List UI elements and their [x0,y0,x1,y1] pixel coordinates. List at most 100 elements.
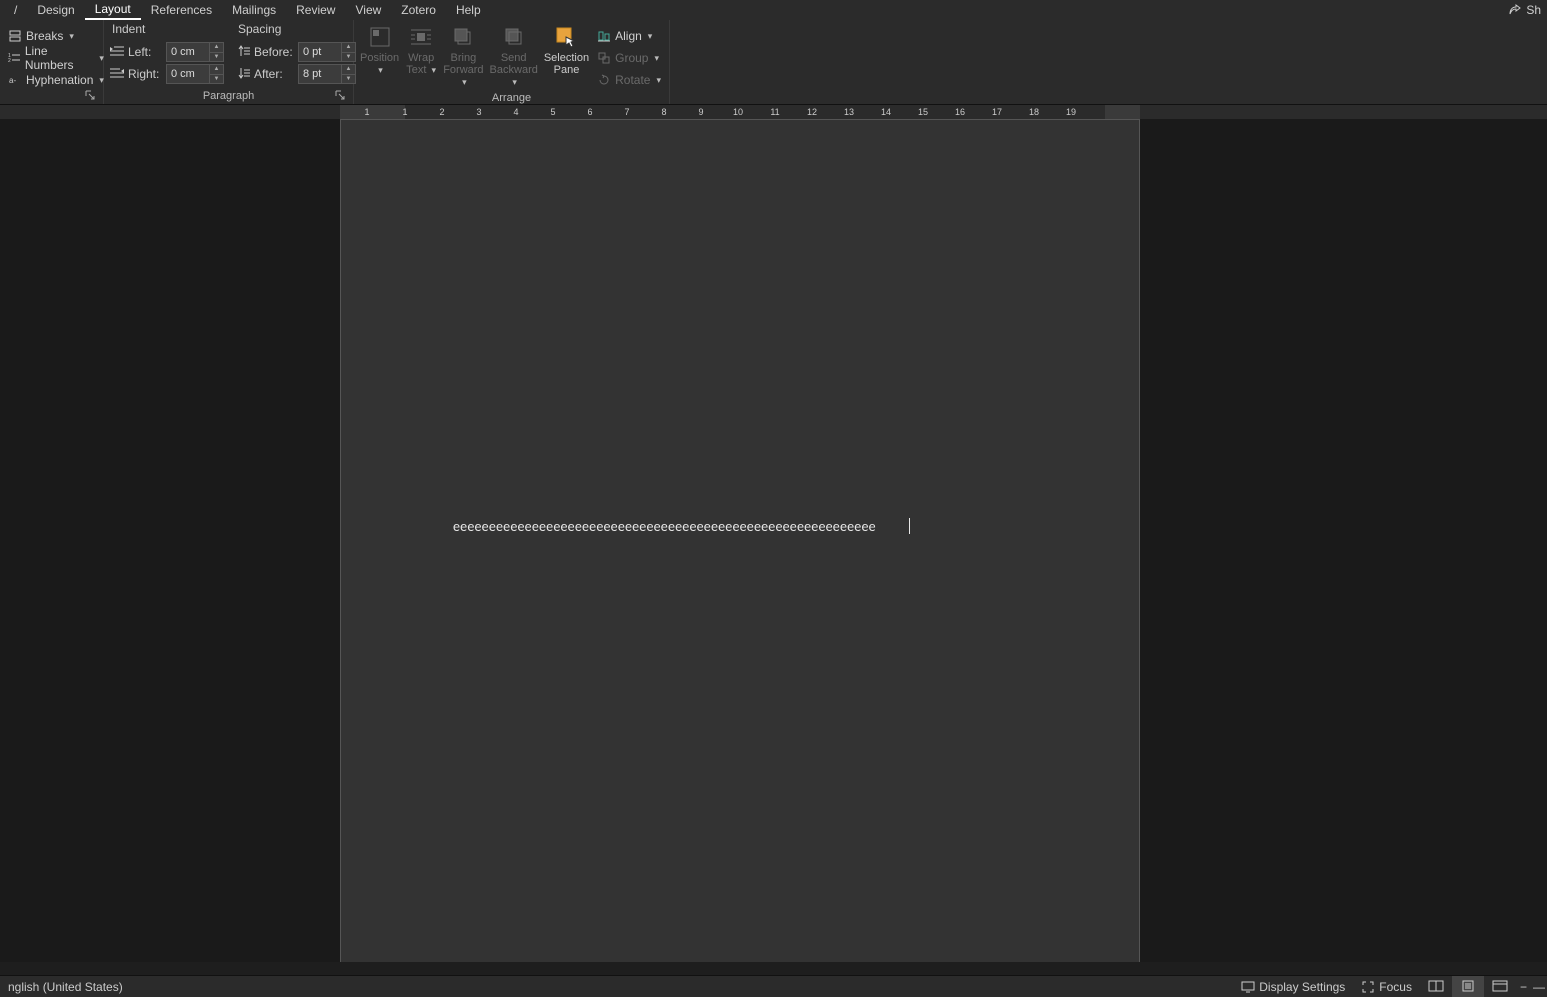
line-numbers-button[interactable]: 12 Line Numbers ▾ [6,48,106,68]
indent-left-input[interactable] [167,46,207,58]
ruler-tick: 6 [587,107,592,117]
share-button[interactable]: Sh [1502,1,1547,19]
ruler-tick: 9 [698,107,703,117]
spacing-after-up[interactable]: ▲ [341,65,355,75]
tab-design[interactable]: Design [27,1,84,19]
read-mode-view[interactable] [1420,976,1452,997]
chevron-down-icon: ▾ [654,53,659,64]
focus-button[interactable]: Focus [1353,976,1420,997]
rotate-icon [597,73,611,87]
print-layout-icon [1460,980,1476,994]
ribbon: Breaks ▾ 12 Line Numbers ▾ a- Hyphenatio… [0,20,1547,105]
selection-pane-label2: Pane [554,64,580,76]
paragraph-dialog-launcher[interactable] [333,88,347,102]
spacing-after-input[interactable] [299,68,339,80]
ruler-tick: 5 [550,107,555,117]
indent-left-icon [110,45,124,59]
arrange-footer: Arrange [492,92,531,104]
ruler-tick: 18 [1029,107,1039,117]
spacing-before-down[interactable]: ▼ [341,53,355,62]
spacing-after-down[interactable]: ▼ [341,75,355,84]
indent-left-down[interactable]: ▼ [209,53,223,62]
align-button[interactable]: Align ▾ [595,26,663,46]
group-label: Group [615,51,648,65]
ruler-tick: 3 [476,107,481,117]
send-backward-label1: Send [501,52,527,64]
selection-pane-label1: Selection [544,52,589,64]
ruler-tick: 12 [807,107,817,117]
spacing-before-input[interactable] [299,46,339,58]
bring-forward-label2: Forward [443,64,483,76]
tab-view[interactable]: View [345,1,391,19]
spacing-header: Spacing [236,22,356,40]
tab-layout[interactable]: Layout [85,0,141,20]
zoom-out-button[interactable]: − [1516,976,1531,997]
group-paragraph: Indent Left: ▲▼ Right: ▲▼ [104,20,354,104]
spacing-before-up[interactable]: ▲ [341,43,355,53]
paragraph-footer: Paragraph [203,90,254,102]
spacing-after-icon [236,67,250,81]
group-button: Group ▾ [595,48,663,68]
indent-right-input-wrap: ▲▼ [166,64,224,84]
indent-right-label: Right: [128,67,162,81]
selection-pane-button[interactable]: SelectionPane [544,22,589,78]
indent-left-input-wrap: ▲▼ [166,42,224,62]
page-setup-dialog-launcher[interactable] [83,88,97,102]
text-cursor [909,518,910,534]
spacing-before-icon [236,45,250,59]
display-settings-icon [1241,980,1255,994]
tab-review[interactable]: Review [286,1,345,19]
tab-references[interactable]: References [141,1,222,19]
read-mode-icon [1428,980,1444,994]
ruler-tick: 2 [439,107,444,117]
ruler-tick: 15 [918,107,928,117]
hyphenation-button[interactable]: a- Hyphenation ▾ [6,70,106,90]
selection-pane-icon [553,24,579,50]
display-settings-button[interactable]: Display Settings [1233,976,1353,997]
document-page[interactable]: eeeeeeeeeeeeeeeeeeeeeeeeeeeeeeeeeeeeeeee… [340,119,1140,962]
line-numbers-icon: 12 [8,51,21,65]
tab-partial[interactable]: / [4,1,27,19]
group-page-setup: Breaks ▾ 12 Line Numbers ▾ a- Hyphenatio… [0,20,104,104]
focus-label: Focus [1379,980,1412,994]
breaks-icon [8,29,22,43]
indent-right-up[interactable]: ▲ [209,65,223,75]
chevron-down-icon: ▾ [462,77,467,87]
print-layout-view[interactable] [1452,976,1484,997]
document-text[interactable]: eeeeeeeeeeeeeeeeeeeeeeeeeeeeeeeeeeeeeeee… [453,518,876,535]
indent-left-label: Left: [128,45,162,59]
status-bar: nglish (United States) Display Settings … [0,975,1547,997]
send-backward-icon [501,24,527,50]
hyphenation-icon: a- [8,73,22,87]
chevron-down-icon: ▾ [512,77,517,87]
group-icon [597,51,611,65]
breaks-button[interactable]: Breaks ▾ [6,26,106,46]
position-label: Position [360,52,399,64]
spacing-before-input-wrap: ▲▼ [298,42,356,62]
tab-zotero[interactable]: Zotero [391,1,446,19]
spacing-after-input-wrap: ▲▼ [298,64,356,84]
ruler-tick: 1 [402,107,407,117]
indent-left-up[interactable]: ▲ [209,43,223,53]
document-workspace[interactable]: eeeeeeeeeeeeeeeeeeeeeeeeeeeeeeeeeeeeeeee… [0,119,1547,962]
minus-icon: − [1520,980,1527,994]
chevron-down-icon: ▾ [648,31,653,42]
tab-mailings[interactable]: Mailings [222,1,286,19]
web-layout-view[interactable] [1484,976,1516,997]
send-backward-button: SendBackward ▾ [490,22,538,90]
ruler-tick: 10 [733,107,743,117]
display-settings-label: Display Settings [1259,980,1345,994]
ruler-tick: 1 [364,107,369,117]
share-label: Sh [1526,3,1541,17]
rotate-label: Rotate [615,73,650,87]
indent-right-down[interactable]: ▼ [209,75,223,84]
zoom-slider-partial[interactable]: — [1531,976,1547,997]
language-status[interactable]: nglish (United States) [0,976,131,997]
breaks-label: Breaks [26,29,63,43]
svg-text:2: 2 [8,58,11,64]
tab-help[interactable]: Help [446,1,491,19]
send-backward-label2: Backward [490,64,538,76]
group-arrange: Position▾ WrapText ▾ BringForward ▾ Send… [354,20,670,104]
horizontal-ruler[interactable]: 112345678910111213141516171819 [340,105,1140,119]
indent-right-input[interactable] [167,68,207,80]
